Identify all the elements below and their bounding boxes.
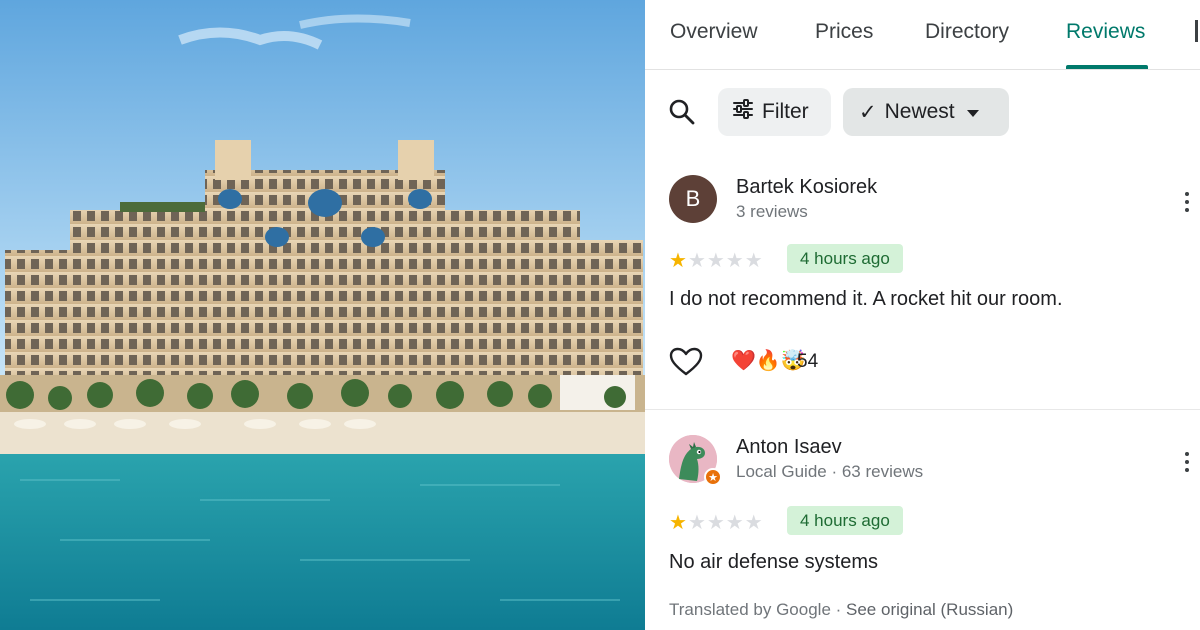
tab-next-clipped[interactable] bbox=[1195, 20, 1198, 42]
review-time-badge: 4 hours ago bbox=[787, 244, 903, 273]
translated-by-label: Translated by Google · bbox=[669, 600, 847, 619]
see-original-link[interactable]: See original (Russian) bbox=[846, 600, 1013, 619]
active-tab-indicator bbox=[1066, 65, 1148, 69]
search-reviews-button[interactable] bbox=[667, 97, 697, 127]
checkmark-icon: ✓ bbox=[859, 100, 877, 124]
place-tabs: Overview Prices Directory Reviews bbox=[645, 0, 1200, 70]
sort-label: Newest bbox=[884, 100, 955, 123]
hotel-photo-illustration bbox=[0, 0, 645, 630]
review-time-badge: 4 hours ago bbox=[787, 506, 903, 535]
reaction-count: 54 bbox=[797, 351, 819, 372]
star-rating: ★★★★★ bbox=[669, 512, 764, 534]
like-button[interactable] bbox=[669, 347, 703, 377]
tab-prices[interactable]: Prices bbox=[815, 20, 873, 44]
review-actions: ❤️🔥🤯 54 bbox=[669, 345, 969, 379]
avatar[interactable]: B bbox=[669, 175, 717, 223]
tab-directory[interactable]: Directory bbox=[925, 20, 1009, 44]
review-author[interactable]: Anton Isaev bbox=[736, 436, 842, 459]
local-guide-star-icon: ★ bbox=[704, 468, 722, 486]
review-author-meta: Local Guide · 63 reviews bbox=[736, 462, 924, 481]
more-options-icon[interactable] bbox=[1185, 452, 1191, 472]
tab-overview[interactable]: Overview bbox=[670, 20, 758, 44]
filter-label: Filter bbox=[762, 100, 809, 123]
translation-note: Translated by Google · See original (Rus… bbox=[669, 600, 1013, 620]
avatar[interactable]: ★ bbox=[669, 435, 722, 486]
sliders-icon bbox=[732, 98, 754, 126]
reviews-toolbar: Filter ✓ Newest bbox=[645, 88, 1200, 136]
caret-down-icon bbox=[966, 100, 979, 124]
search-icon bbox=[669, 99, 695, 125]
star-rating: ★★★★★ bbox=[669, 250, 764, 272]
more-options-icon[interactable] bbox=[1185, 192, 1191, 212]
review-item: ★ Anton Isaev Local Guide · 63 reviews ★… bbox=[645, 430, 1200, 630]
review-author[interactable]: Bartek Kosiorek bbox=[736, 176, 877, 199]
reviews-panel: Overview Prices Directory Reviews Filter… bbox=[645, 0, 1200, 630]
tab-reviews[interactable]: Reviews bbox=[1066, 20, 1145, 44]
sort-dropdown[interactable]: ✓ Newest bbox=[843, 88, 1009, 136]
review-text: No air defense systems bbox=[669, 551, 878, 573]
review-item: B Bartek Kosiorek 3 reviews ★★★★★ 4 hour… bbox=[645, 170, 1200, 410]
heart-outline-icon bbox=[669, 347, 703, 376]
hotel-photo bbox=[0, 0, 645, 630]
filter-button[interactable]: Filter bbox=[718, 88, 831, 136]
review-author-meta: 3 reviews bbox=[736, 202, 808, 221]
reaction-emojis[interactable]: ❤️🔥🤯 bbox=[731, 348, 806, 373]
review-text: I do not recommend it. A rocket hit our … bbox=[669, 288, 1063, 310]
